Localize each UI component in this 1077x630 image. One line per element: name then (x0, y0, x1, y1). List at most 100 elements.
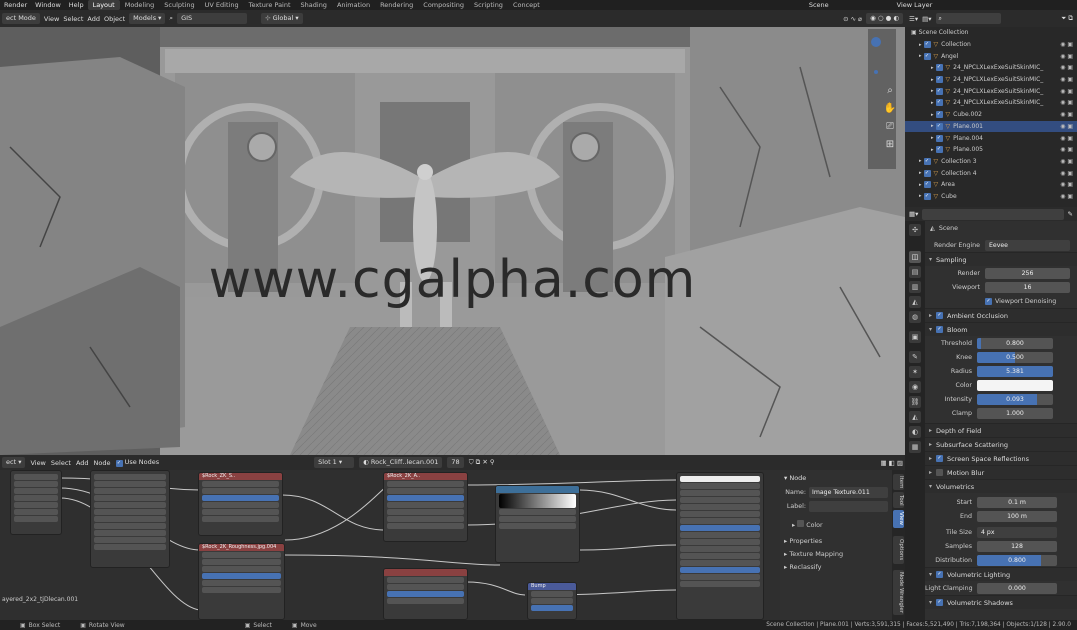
visibility-icon[interactable]: ◉ ▣ (1060, 146, 1073, 153)
world-tab-icon[interactable]: ◍ (909, 311, 921, 323)
visibility-icon[interactable]: ◉ ▣ (1060, 158, 1073, 165)
include-checkbox[interactable]: ✓ (923, 52, 931, 60)
tab-layout[interactable]: Layout (87, 0, 120, 10)
include-checkbox[interactable]: ✓ (935, 99, 943, 107)
sidebar-tab-item[interactable]: Item (893, 474, 904, 490)
outliner-row[interactable]: ▸ ✓ ▽ Plane.001 ◉ ▣ (905, 120, 1077, 133)
include-checkbox[interactable]: ✓ (923, 169, 931, 177)
filter-icon[interactable]: ▤▾ (922, 15, 931, 23)
visibility-icon[interactable]: ◉ ▣ (1060, 193, 1073, 200)
threshold-field[interactable]: 0.800 (977, 337, 1053, 349)
tab-modeling[interactable]: Modeling (120, 0, 160, 10)
tab-concept[interactable]: Concept (508, 0, 545, 10)
vol-samples-field[interactable]: 128 (977, 540, 1057, 552)
node-color-toggle[interactable]: ▸ Color (792, 520, 888, 529)
tool-tab-icon[interactable]: ✣ (909, 224, 921, 236)
search-icon[interactable]: ⌕ (169, 14, 173, 23)
node-section-texture-mapping[interactable]: ▸ Texture Mapping (784, 550, 888, 558)
visibility-icon[interactable]: ◉ ▣ (1060, 181, 1073, 188)
sampling-section[interactable]: ▾ Sampling (925, 252, 1077, 266)
visibility-icon[interactable]: ◉ ▣ (1060, 76, 1073, 83)
visibility-icon[interactable]: ◉ ▣ (1060, 123, 1073, 130)
mode-dropdown[interactable]: ect Mode (2, 13, 40, 24)
include-checkbox[interactable]: ✓ (935, 64, 943, 72)
data-tab-icon[interactable]: ◭ (909, 411, 921, 423)
include-checkbox[interactable]: ✓ (935, 134, 943, 142)
menu-render[interactable]: Render (0, 0, 31, 10)
image-texture-node-2[interactable]: $Rock_2K_Roughness.jpg.004 (198, 543, 285, 620)
include-checkbox[interactable]: ✓ (935, 76, 943, 84)
view-layer-selector[interactable]: View Layer (893, 0, 937, 10)
image-texture-node-1[interactable]: $Rock_ZK_S.. (198, 472, 283, 536)
expand-icon[interactable]: ▸ (919, 193, 922, 199)
properties-type-icon[interactable]: ▦▾ (909, 210, 918, 218)
outliner-row[interactable]: ▸ ✓ ▽ Area ◉ ▣ (905, 179, 1077, 191)
expand-icon[interactable]: ▸ (931, 135, 934, 141)
node-menu-view[interactable]: View (30, 459, 45, 467)
sidebar-tab-node-wrangler[interactable]: Node Wrangler (893, 570, 904, 615)
expand-icon[interactable]: ▸ (919, 158, 922, 164)
node-menu-node[interactable]: Node (94, 459, 111, 467)
include-checkbox[interactable]: ✓ (935, 122, 943, 130)
expand-icon[interactable]: ▸ (931, 100, 934, 106)
menu-add[interactable]: Add (87, 15, 100, 23)
include-checkbox[interactable]: ✓ (923, 192, 931, 200)
editor-type-dropdown[interactable]: ect ▾ (2, 457, 26, 468)
include-checkbox[interactable]: ✓ (923, 157, 931, 165)
overlay-icons[interactable]: ▦ ◧ ▨ (880, 459, 903, 467)
bump-node[interactable]: Bump (527, 582, 577, 620)
visibility-icon[interactable]: ◉ ▣ (1060, 41, 1073, 48)
distribution-field[interactable]: 0.800 (977, 554, 1057, 566)
outliner-row[interactable]: ▸ ✓ ▽ Cube ◉ ▣ (905, 191, 1077, 203)
ambient-occlusion-section[interactable]: ▸ ✓ Ambient Occlusion (925, 308, 1077, 322)
expand-icon[interactable]: ▸ (919, 42, 922, 48)
outliner-row[interactable]: ▸ ✓ ▽ Collection 3 ◉ ▣ (905, 156, 1077, 168)
volumetrics-section[interactable]: ▾ Volumetrics (925, 479, 1077, 493)
material-users[interactable]: 78 (447, 457, 464, 468)
scene-tab-icon[interactable]: ◭ (909, 296, 921, 308)
outliner-row[interactable]: ▸ ✓ ▽ 24_NPCLXLexExeSuitSkinMIC_ ◉ ▣ (905, 74, 1077, 86)
outliner-row[interactable]: ▸ ✓ ▽ Plane.004 ◉ ▣ (905, 132, 1077, 144)
menu-view[interactable]: View (44, 15, 59, 23)
visibility-icon[interactable]: ◉ ▣ (1060, 111, 1073, 118)
object-tab-icon[interactable]: ▣ (909, 331, 921, 343)
expand-icon[interactable]: ▸ (931, 88, 934, 94)
bloom-color-swatch[interactable] (977, 379, 1053, 391)
viewport-samples-field[interactable]: 16 (985, 281, 1070, 293)
expand-icon[interactable]: ▸ (931, 123, 934, 129)
expand-icon[interactable]: ▸ (931, 112, 934, 118)
modifier-tab-icon[interactable]: ✎ (909, 351, 921, 363)
include-checkbox[interactable]: ✓ (935, 111, 943, 119)
light-clamping-field[interactable]: 0.000 (977, 582, 1057, 594)
visibility-icon[interactable]: ◉ ▣ (1060, 88, 1073, 95)
gis-button[interactable]: GIS (177, 13, 248, 24)
visibility-icon[interactable]: ◉ ▣ (1060, 135, 1073, 142)
shader-node-editor[interactable]: $Rock_ZK_S.. $Rock_2K_Roughness.jpg.004 … (0, 470, 780, 620)
node-label-field[interactable] (809, 501, 888, 512)
properties-search-input[interactable] (922, 208, 1064, 220)
tab-scripting[interactable]: Scripting (469, 0, 508, 10)
bloom-section[interactable]: ▾ ✓ Bloom (925, 322, 1077, 336)
texture-coordinate-node[interactable] (10, 470, 62, 535)
volumetric-lighting-section[interactable]: ▾ ✓ Volumetric Lighting (925, 567, 1077, 581)
image-texture-node-3[interactable]: $Rock_2K_A.. (383, 472, 468, 542)
material-buttons[interactable]: ⛉ ⧉ ✕ ⚲ (469, 458, 495, 467)
outliner-row[interactable]: ▸ ✓ ▽ Collection ◉ ▣ (905, 39, 1077, 51)
tab-rendering[interactable]: Rendering (375, 0, 418, 10)
render-tab-icon[interactable]: ◫ (909, 251, 921, 263)
clamp-field[interactable]: 1.000 (977, 407, 1053, 419)
tab-compositing[interactable]: Compositing (418, 0, 469, 10)
visibility-icon[interactable]: ◉ ▣ (1060, 170, 1073, 177)
principled-bsdf-node[interactable] (676, 472, 764, 620)
shading-buttons[interactable]: ◉ ○ ● ◐ (866, 13, 903, 24)
pin-icon[interactable]: ✎ (1068, 210, 1073, 218)
sidebar-tab-tool[interactable]: Tool (893, 492, 904, 508)
material-selector[interactable]: ◐ Rock_Cliff..lecan.001 (359, 457, 443, 468)
models-dropdown[interactable]: Models ▾ (129, 13, 166, 24)
use-nodes-toggle[interactable]: ✓ Use Nodes (115, 458, 159, 467)
slot-dropdown[interactable]: Slot 1 ▾ (314, 457, 355, 468)
visibility-icon[interactable]: ◉ ▣ (1060, 99, 1073, 106)
node-name-field[interactable]: Image Texture.011 (809, 487, 888, 498)
outliner-row[interactable]: ▸ ✓ ▽ Collection 4 ◉ ▣ (905, 167, 1077, 179)
expand-icon[interactable]: ▸ (931, 147, 934, 153)
